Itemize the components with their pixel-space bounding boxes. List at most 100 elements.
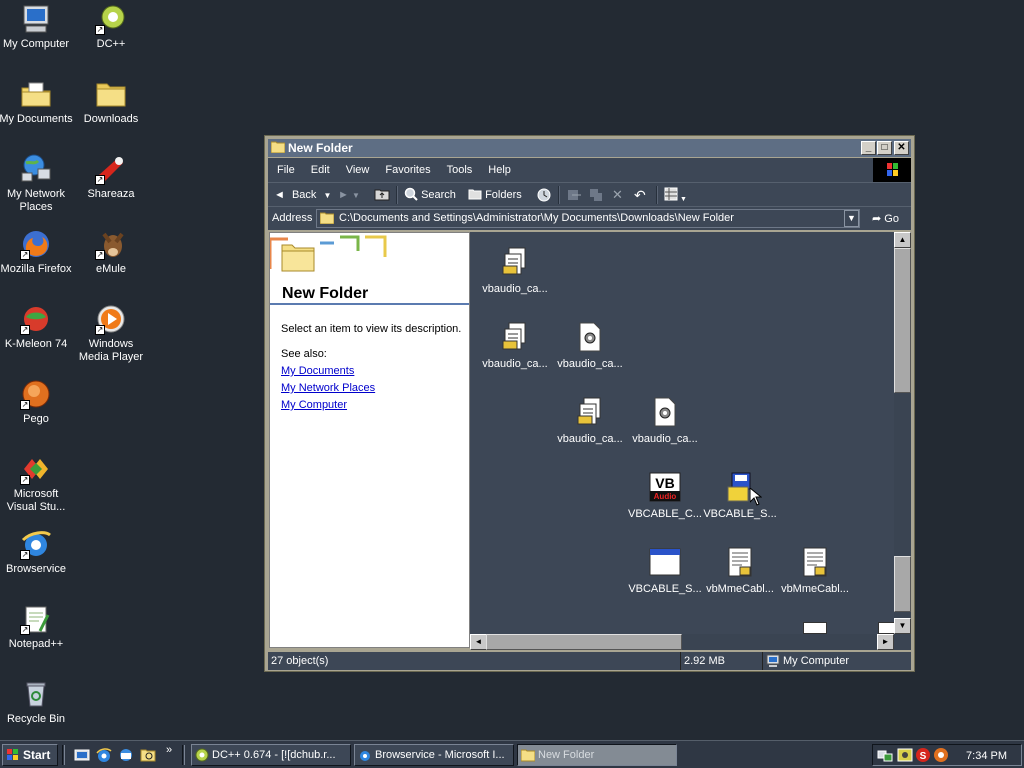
network-icon[interactable]: [877, 747, 893, 763]
emule-icon: ↗: [95, 228, 127, 260]
desktop-icon-label: My Computer: [2, 38, 70, 50]
menu-tools[interactable]: Tools: [439, 158, 481, 182]
desktop-icon-label: eMule: [96, 263, 126, 275]
desktop-icon-downloads[interactable]: Downloads: [73, 78, 149, 126]
start-button[interactable]: Start: [2, 744, 58, 766]
desktop-icon-notepadpp[interactable]: ↗ Notepad++: [0, 603, 74, 651]
forward-button[interactable]: ► ▼: [338, 187, 360, 203]
toolbar-separator: [558, 186, 560, 204]
menu-edit[interactable]: Edit: [303, 158, 338, 182]
pego-icon: ↗: [20, 378, 52, 410]
scroll-thumb[interactable]: [894, 248, 911, 393]
scroll-right-button[interactable]: ►: [877, 634, 894, 650]
move-to-button[interactable]: [566, 187, 582, 203]
notepad-file-icon: [724, 546, 756, 578]
desktop-icon-kmeleon[interactable]: ↗ K-Meleon 74: [0, 303, 74, 351]
desktop-icon-my-computer[interactable]: My Computer: [0, 3, 74, 51]
desktop-icon-browservice[interactable]: ↗ Browservice: [0, 528, 74, 576]
horizontal-scrollbar[interactable]: ◄ ►: [470, 634, 911, 650]
desktop-icon-media-player[interactable]: ↗ Windows Media Player: [73, 303, 149, 364]
delete-button[interactable]: ✕: [612, 187, 623, 203]
file-item[interactable]: vbaudio_ca...: [627, 396, 703, 445]
undo-icon: ↶: [634, 187, 646, 203]
back-button[interactable]: ◄ Back ▼: [274, 187, 331, 203]
desktop-icon-label: Microsoft Visual Stu...: [6, 488, 66, 513]
shortcut-arrow-icon: ↗: [95, 25, 105, 35]
desktop-icon-shareaza[interactable]: ↗ Shareaza: [73, 153, 149, 201]
details-pane: New Folder Select an item to view its de…: [269, 232, 470, 648]
tray-app-icon[interactable]: [933, 747, 949, 763]
address-label: Address: [272, 212, 313, 224]
vb-audio-icon: VB Audio: [649, 471, 681, 503]
kmeleon-icon: ↗: [20, 303, 52, 335]
desktop-icon-pego[interactable]: ↗ Pego: [0, 378, 74, 426]
desktop-icon-label: Recycle Bin: [6, 713, 66, 725]
link-my-network-places[interactable]: My Network Places: [281, 382, 375, 394]
file-item[interactable]: VBCABLE_S...: [627, 546, 703, 595]
menu-file[interactable]: File: [269, 158, 303, 182]
vertical-scrollbar[interactable]: ▲ ▼: [894, 232, 911, 634]
desktop-icon-visual-studio[interactable]: ↗ Microsoft Visual Stu...: [0, 453, 74, 514]
address-dropdown-button[interactable]: ▼: [844, 210, 859, 227]
folders-button[interactable]: Folders: [468, 187, 522, 203]
menu-help[interactable]: Help: [480, 158, 519, 182]
desktop-icon-recycle-bin[interactable]: Recycle Bin: [0, 678, 74, 726]
desktop-icon-my-documents[interactable]: My Documents: [0, 78, 74, 126]
title-bar[interactable]: New Folder _ □ ✕: [268, 139, 911, 157]
link-my-computer[interactable]: My Computer: [281, 399, 347, 411]
up-folder-button[interactable]: [374, 187, 390, 203]
file-name: VBCABLE_S...: [703, 508, 777, 520]
media-player-icon: ↗: [95, 303, 127, 335]
file-item[interactable]: vbaudio_ca...: [477, 246, 553, 295]
desktop-icon-dcpp[interactable]: ↗ DC++: [73, 3, 149, 51]
file-item[interactable]: VB Audio VBCABLE_C...: [627, 471, 703, 520]
file-name: vbaudio_ca...: [632, 433, 698, 445]
visual-studio-icon: ↗: [20, 453, 52, 485]
close-button[interactable]: ✕: [894, 141, 909, 155]
task-new-folder[interactable]: New Folder: [517, 744, 677, 766]
copy-to-button[interactable]: [588, 187, 604, 203]
desktop-icon-network-places[interactable]: My Network Places: [0, 153, 74, 214]
link-my-documents[interactable]: My Documents: [281, 365, 354, 377]
outlook-express-icon[interactable]: [118, 747, 134, 763]
history-button[interactable]: [536, 187, 552, 203]
menu-view[interactable]: View: [338, 158, 378, 182]
views-icon: [664, 187, 678, 201]
file-item[interactable]: vbMmeCabl...: [777, 546, 853, 595]
file-item[interactable]: vbaudio_ca...: [477, 321, 553, 370]
desktop-icon-firefox[interactable]: ↗ Mozilla Firefox: [0, 228, 74, 276]
status-zone: My Computer: [762, 652, 912, 670]
quick-launch-overflow-icon[interactable]: »: [166, 744, 172, 756]
folder-icon: [271, 141, 285, 153]
search-button[interactable]: Search: [404, 187, 456, 203]
scroll-down-button[interactable]: ▼: [894, 618, 911, 634]
window-app-icon: [649, 546, 681, 578]
file-item[interactable]: VBCABLE_S...: [702, 471, 778, 520]
show-desktop-icon[interactable]: [74, 747, 90, 763]
task-browservice[interactable]: Browservice - Microsoft I...: [354, 744, 514, 766]
views-button[interactable]: ▼: [664, 187, 687, 203]
volume-icon[interactable]: [897, 747, 913, 763]
internet-explorer-icon[interactable]: [96, 747, 112, 763]
file-item[interactable]: vbaudio_ca...: [552, 321, 628, 370]
desktop-icon-emule[interactable]: ↗ eMule: [73, 228, 149, 276]
file-item[interactable]: vbMmeCabl...: [702, 546, 778, 595]
minimize-button[interactable]: _: [861, 141, 876, 155]
clock[interactable]: 7:34 PM: [966, 745, 1007, 767]
address-input[interactable]: C:\Documents and Settings\Administrator\…: [316, 209, 860, 228]
shareaza-tray-icon[interactable]: S: [915, 747, 931, 763]
desktop-icon-label: Browservice: [6, 563, 66, 575]
folder-search-icon[interactable]: [140, 747, 156, 763]
go-button[interactable]: ➦ Go: [872, 212, 899, 225]
task-dcpp[interactable]: DC++ 0.674 - [![dchub.r...: [191, 744, 351, 766]
file-item[interactable]: vbaudio_ca...: [552, 396, 628, 445]
scroll-left-button[interactable]: ◄: [470, 634, 487, 650]
installer-icon: [574, 396, 606, 428]
status-zone-label: My Computer: [783, 655, 850, 667]
shortcut-arrow-icon: ↗: [20, 400, 30, 410]
scroll-up-button[interactable]: ▲: [894, 232, 911, 248]
undo-button[interactable]: ↶: [634, 187, 646, 203]
menu-favorites[interactable]: Favorites: [377, 158, 438, 182]
scroll-thumb[interactable]: [486, 634, 682, 650]
maximize-button[interactable]: □: [877, 141, 892, 155]
